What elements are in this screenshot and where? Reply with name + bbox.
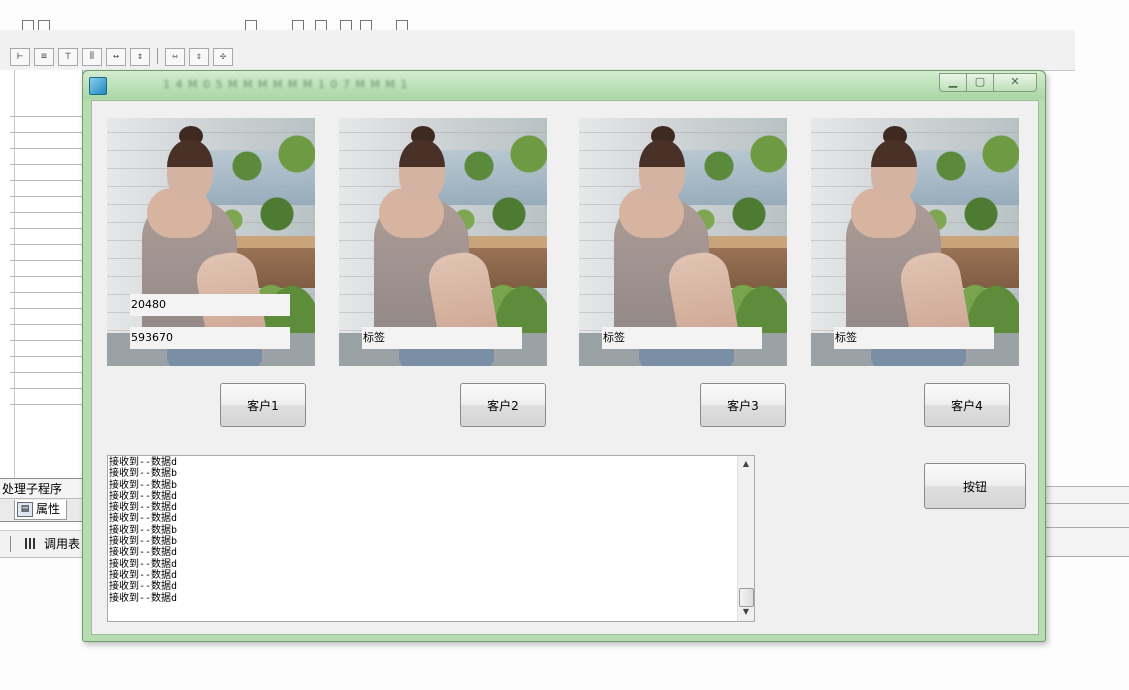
close-button[interactable]: ✕: [993, 73, 1037, 92]
client-2-button[interactable]: 客户2: [460, 383, 546, 427]
tree-line: [10, 164, 82, 165]
photo-head: [399, 140, 445, 200]
label-3: 标签: [602, 327, 762, 349]
maximize-icon: ▢: [974, 75, 986, 88]
divider: [10, 536, 11, 552]
same-height-icon[interactable]: ↕: [130, 48, 150, 66]
vertical-center-icon[interactable]: ⇕: [189, 48, 209, 66]
align-top-icon[interactable]: ⊤: [58, 48, 78, 66]
tree-line: [10, 276, 82, 277]
photo-head: [639, 140, 685, 200]
log-line: 接收到--数据d: [109, 490, 178, 502]
photo-leaves: [921, 118, 1019, 238]
scroll-up-icon[interactable]: ▲: [738, 456, 754, 472]
tree-line: [10, 324, 82, 325]
tree-line: [10, 228, 82, 229]
image-box-1[interactable]: 20480 593670: [107, 118, 315, 366]
minimize-icon: ▁: [948, 75, 958, 88]
tree-line: [10, 132, 82, 133]
ide-tab-row: ▤ 属性: [0, 498, 82, 522]
app-window: 1 4 M 0 5 M M M M M M 1 0 7 M M M 1 ▁ ▢ …: [82, 70, 1046, 642]
image-box-3[interactable]: 标签: [579, 118, 787, 366]
tree-line: [10, 308, 82, 309]
tree-line: [10, 356, 82, 357]
log-line: 接收到--数据b: [109, 524, 178, 536]
align-left-icon[interactable]: ⊢: [10, 48, 30, 66]
caption-buttons: ▁ ▢ ✕: [939, 73, 1037, 92]
tree-line: [10, 372, 82, 373]
divider: [1040, 503, 1129, 504]
photo-leaves: [689, 118, 787, 238]
client-3-button[interactable]: 客户3: [700, 383, 786, 427]
photo-head: [871, 140, 917, 200]
label-1-top: 20480: [130, 294, 290, 316]
close-icon: ✕: [1010, 75, 1020, 88]
log-line: 接收到--数据d: [109, 547, 178, 559]
app-icon[interactable]: [89, 77, 107, 95]
label-4: 标签: [834, 327, 994, 349]
maximize-button[interactable]: ▢: [966, 73, 994, 92]
tree-line: [10, 292, 82, 293]
form-client-area: 20480 593670 标签 标签 标签 客户1 客户2 客户3 客户4 按钮…: [91, 100, 1039, 635]
log-line: 接收到--数据d: [109, 502, 178, 514]
log-line: 接收到--数据d: [109, 513, 178, 525]
divider: [1040, 556, 1129, 557]
tree-line: [10, 404, 82, 405]
ide-panel-title: 处理子程序: [0, 478, 84, 499]
distribute-icon[interactable]: ⦀: [82, 48, 102, 66]
align-center-icon[interactable]: ≡: [34, 48, 54, 66]
ide-call-table-row: 调用表: [0, 530, 82, 558]
log-line: 接收到--数据d: [109, 592, 178, 604]
client-4-button[interactable]: 客户4: [924, 383, 1010, 427]
tab-properties[interactable]: ▤ 属性: [14, 500, 68, 520]
tree-line: [10, 260, 82, 261]
tree-line: [10, 196, 82, 197]
log-line: 接收到--数据d: [109, 558, 178, 570]
client-1-button[interactable]: 客户1: [220, 383, 306, 427]
call-table-icon: [25, 538, 37, 549]
label-2: 标签: [362, 327, 522, 349]
scroll-down-icon[interactable]: ▼: [738, 604, 754, 620]
tree-line: [10, 148, 82, 149]
log-line: 接收到--数据d: [109, 581, 178, 593]
title-bar[interactable]: 1 4 M 0 5 M M M M M M 1 0 7 M M M 1 ▁ ▢ …: [83, 71, 1045, 99]
log-scrollbar[interactable]: ▲ ▼: [737, 456, 754, 621]
properties-icon: ▤: [17, 502, 33, 517]
same-width-icon[interactable]: ↔: [106, 48, 126, 66]
horizontal-center-icon[interactable]: ⇿: [165, 48, 185, 66]
tree-line: [10, 388, 82, 389]
ide-top-strip: [0, 0, 430, 31]
log-line: 接收到--数据b: [109, 536, 178, 548]
log-lines: 接收到--数据d 接收到--数据b 接收到--数据b 接收到--数据d 接收到--数据d…: [109, 457, 737, 604]
ide-toolbar: ⊢ ≡ ⊤ ⦀ ↔ ↕ ⇿ ⇕ ✣: [0, 30, 1075, 71]
tab-call-table[interactable]: 调用表: [44, 531, 80, 557]
center-form-icon[interactable]: ✣: [213, 48, 233, 66]
log-line: 接收到--数据d: [109, 457, 178, 468]
tree-line: [10, 212, 82, 213]
window-title: 1 4 M 0 5 M M M M M M 1 0 7 M M M 1: [163, 78, 409, 91]
minimize-button[interactable]: ▁: [939, 73, 967, 92]
log-textbox[interactable]: 接收到--数据d 接收到--数据b 接收到--数据b 接收到--数据d 接收到--数据d…: [107, 455, 755, 622]
tab-properties-label: 属性: [36, 502, 61, 516]
label-1-bottom: 593670: [130, 327, 290, 349]
tree-line: [10, 340, 82, 341]
photo-leaves: [449, 118, 547, 238]
log-line: 接收到--数据b: [109, 479, 178, 491]
log-line: 接收到--数据d: [109, 569, 178, 581]
photo-leaves: [217, 118, 315, 238]
desktop: ⊢ ≡ ⊤ ⦀ ↔ ↕ ⇿ ⇕ ✣ 处理子程序 ▤ 属性 调用表 1 4 M 0…: [0, 0, 1129, 690]
tree-line: [10, 116, 82, 117]
divider: [1040, 527, 1129, 528]
main-button[interactable]: 按钮: [924, 463, 1026, 509]
log-line: 接收到--数据b: [109, 468, 178, 480]
image-box-4[interactable]: 标签: [811, 118, 1019, 366]
image-box-2[interactable]: 标签: [339, 118, 547, 366]
ide-left-panel: [0, 70, 83, 480]
ide-right-strip: [1040, 486, 1129, 557]
tree-line: [10, 244, 82, 245]
tree-line: [10, 180, 82, 181]
toolbar-separator: [157, 48, 158, 64]
photo-head: [167, 140, 213, 200]
